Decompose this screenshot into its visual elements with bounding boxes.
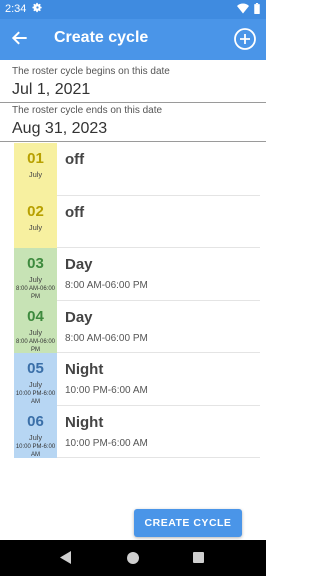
shift-name: off (65, 203, 85, 221)
day-tile: 02 July (14, 195, 57, 248)
day-tile-time: 10:00 PM-6:00 AM (15, 391, 56, 405)
day-row[interactable]: 04 July 8:00 AM-06:00 PM Day 8:00 AM-06:… (14, 300, 260, 353)
day-row[interactable]: 02 July off (14, 195, 260, 248)
day-number: 01 (27, 150, 44, 167)
day-number: 06 (27, 412, 44, 430)
shift-time: 8:00 AM-06:00 PM (65, 332, 148, 344)
day-number: 05 (27, 360, 44, 377)
shift-name: Day (65, 256, 93, 273)
wifi-icon (237, 3, 249, 14)
navigation-bar (0, 540, 266, 576)
day-number: 03 (27, 255, 44, 272)
day-tile-time: 10:00 PM-6:00 AM (15, 443, 56, 458)
day-tile: 05 July 10:00 PM-6:00 AM (14, 353, 57, 406)
shift-name: Night (65, 413, 104, 431)
day-tile: 04 July 8:00 AM-06:00 PM (14, 300, 57, 353)
day-number: 02 (27, 202, 44, 220)
start-date-label: The roster cycle begins on this date (12, 66, 170, 77)
status-time: 2:34 (5, 3, 27, 15)
create-cycle-button[interactable]: CREATE CYCLE (134, 509, 242, 537)
battery-icon (254, 3, 260, 14)
shift-time: 10:00 PM-6:00 AM (65, 437, 148, 449)
shift-time: 8:00 AM-06:00 PM (65, 280, 148, 291)
shift-time: 10:00 PM-6:00 AM (65, 385, 148, 396)
day-number: 04 (27, 307, 44, 325)
day-tile: 06 July 10:00 PM-6:00 AM (14, 405, 57, 458)
shift-name: Night (65, 361, 104, 378)
app-bar: Create cycle (0, 19, 266, 60)
gear-icon (32, 2, 42, 13)
day-tile-time: 8:00 AM-06:00 PM (15, 286, 56, 300)
page-title: Create cycle (54, 29, 149, 46)
plus-circle-icon[interactable] (233, 27, 257, 51)
day-tile: 01 July (14, 143, 57, 196)
day-list: 01 July off 02 July off 03 July 8:00 AM-… (14, 143, 260, 458)
back-triangle-icon[interactable] (60, 551, 72, 564)
day-row[interactable]: 06 July 10:00 PM-6:00 AM Night 10:00 PM-… (14, 405, 260, 458)
arrow-left-icon[interactable] (10, 28, 30, 48)
start-date-value[interactable]: Jul 1, 2021 (12, 81, 90, 99)
day-tile: 03 July 8:00 AM-06:00 PM (14, 248, 57, 301)
shift-name: off (65, 151, 85, 168)
home-circle-icon[interactable] (127, 552, 139, 564)
day-month: July (28, 275, 43, 284)
day-month: July (28, 432, 43, 442)
day-month: July (28, 222, 43, 232)
end-date-label: The roster cycle ends on this date (12, 105, 163, 116)
end-date-value[interactable]: Aug 31, 2023 (12, 120, 107, 138)
shift-name: Day (65, 308, 93, 326)
day-month: July (28, 170, 43, 179)
day-month: July (28, 380, 43, 389)
day-row[interactable]: 01 July off (14, 143, 260, 196)
status-bar: 2:34 (0, 0, 266, 19)
day-month: July (28, 327, 43, 337)
day-row[interactable]: 03 July 8:00 AM-06:00 PM Day 8:00 AM-06:… (14, 248, 260, 301)
day-row[interactable]: 05 July 10:00 PM-6:00 AM Night 10:00 PM-… (14, 353, 260, 406)
recents-square-icon[interactable] (193, 552, 204, 563)
day-tile-time: 8:00 AM-06:00 PM (15, 338, 56, 353)
end-date-underline (0, 141, 266, 142)
start-date-underline (0, 102, 266, 103)
